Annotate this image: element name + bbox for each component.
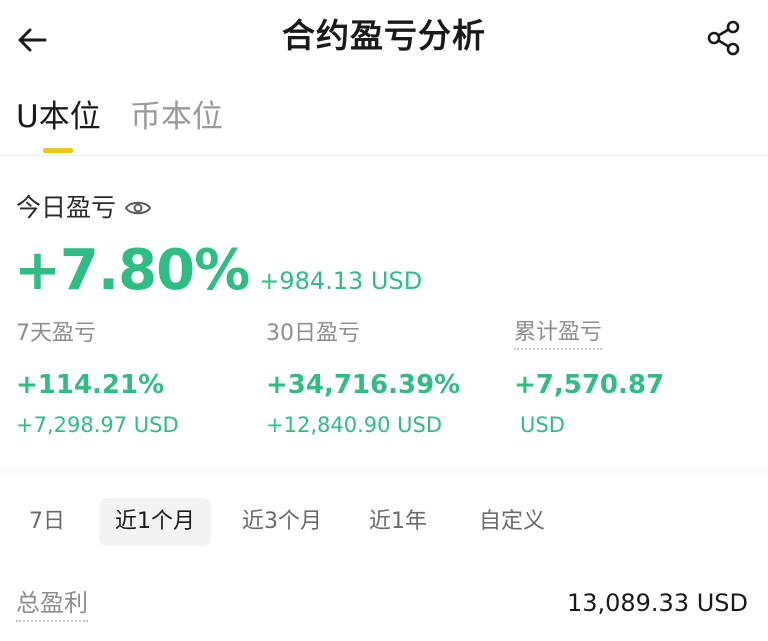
stat-cumulative: 累计盈亏 +7,570.87 USD	[514, 318, 664, 440]
stat-percent: +114.21%	[16, 370, 165, 400]
eye-icon[interactable]	[124, 197, 154, 219]
today-pnl-values: +7.80% +984.13 USD	[14, 236, 422, 306]
total-profit-value: 13,089.33 USD	[566, 589, 748, 617]
today-pnl-header: 今日盈亏	[16, 190, 154, 226]
stat-30d: 30日盈亏 +34,716.39% +12,840.90 USD	[266, 318, 460, 440]
stat-label[interactable]: 累计盈亏	[514, 318, 603, 350]
stat-label: 30日盈亏	[266, 321, 360, 346]
range-1y[interactable]: 近1年	[356, 498, 440, 546]
stat-usd: +12,840.90 USD	[266, 413, 443, 437]
total-profit-row: 总盈利 13,089.33 USD	[0, 582, 768, 626]
stat-label: 7天盈亏	[16, 321, 96, 346]
range-custom[interactable]: 自定义	[464, 498, 560, 546]
stat-percent: +7,570.87	[514, 370, 665, 400]
share-button[interactable]	[702, 16, 746, 60]
range-3m[interactable]: 近3个月	[232, 498, 332, 546]
range-7d[interactable]: 7日	[20, 498, 74, 546]
top-bar: 合约盈亏分析	[0, 0, 768, 80]
stat-usd: +7,298.97 USD	[16, 413, 179, 437]
share-icon	[707, 20, 740, 56]
section-divider	[0, 466, 768, 476]
stat-usd: USD	[520, 413, 565, 437]
tab-coin-margin[interactable]: 币本位	[130, 92, 223, 142]
stat-7d: 7天盈亏 +114.21% +7,298.97 USD	[16, 318, 179, 440]
range-1m[interactable]: 近1个月	[99, 498, 211, 546]
today-pnl-usd: +984.13 USD	[259, 267, 423, 295]
time-range-selector: 7日 近1个月 近3个月 近1年 自定义	[0, 498, 768, 546]
active-tab-indicator	[43, 148, 73, 153]
today-pnl-percent: +7.80%	[14, 238, 250, 303]
today-pnl-label: 今日盈亏	[16, 193, 117, 222]
total-profit-label[interactable]: 总盈利	[16, 586, 88, 622]
tab-u-margin[interactable]: U本位	[16, 92, 101, 142]
page-title: 合约盈亏分析	[282, 16, 486, 55]
tab-bar: U本位 币本位	[0, 92, 768, 156]
stat-percent: +34,716.39%	[266, 370, 461, 400]
